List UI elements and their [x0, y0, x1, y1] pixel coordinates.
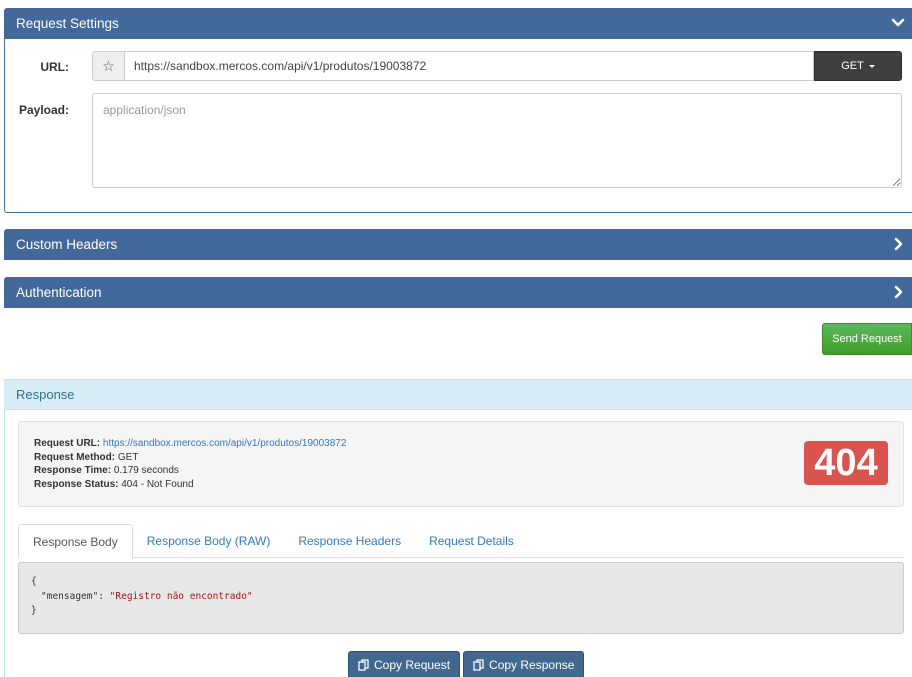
copy-buttons: Copy Request Copy Response — [348, 651, 585, 677]
response-status-row: Response Status: 404 - Not Found — [34, 478, 888, 492]
tab-response-body-raw[interactable]: Response Body (RAW) — [133, 524, 285, 558]
copy-request-button[interactable]: Copy Request — [348, 651, 461, 677]
method-dropdown-button[interactable]: GET — [814, 51, 902, 81]
json-colon: : — [98, 590, 110, 602]
response-summary: Request URL: https://sandbox.mercos.com/… — [18, 421, 904, 507]
payload-textarea[interactable] — [92, 93, 902, 188]
custom-headers-header[interactable]: Custom Headers — [4, 229, 912, 260]
json-key: "mensagem" — [41, 590, 99, 602]
payload-label: Payload: — [18, 103, 69, 117]
response-body-panel: Request URL: https://sandbox.mercos.com/… — [4, 410, 912, 677]
chevron-down-icon[interactable] — [890, 15, 906, 31]
json-close-brace: } — [31, 605, 37, 616]
request-settings-title: Request Settings — [16, 16, 119, 31]
json-open-brace: { — [31, 576, 37, 587]
response-title: Response — [16, 387, 75, 402]
copy-response-label: Copy Response — [489, 658, 575, 672]
url-input[interactable] — [124, 51, 814, 81]
request-method-row: Request Method: GET — [34, 451, 888, 465]
response-time-label: Response Time: — [34, 465, 112, 477]
request-method-label: Request Method: — [34, 451, 116, 463]
request-url-link[interactable]: https://sandbox.mercos.com/api/v1/produt… — [103, 438, 346, 449]
request-url-label: Request URL: — [34, 438, 101, 449]
chevron-right-icon[interactable] — [890, 284, 906, 300]
response-tabs: Response Body Response Body (RAW) Respon… — [18, 524, 904, 559]
json-value: "Registro não encontrado" — [109, 590, 253, 602]
authentication-header[interactable]: Authentication — [4, 277, 912, 308]
chevron-right-icon[interactable] — [890, 236, 906, 252]
tab-request-details[interactable]: Request Details — [415, 524, 528, 558]
response-status-value: 404 - Not Found — [121, 478, 194, 490]
request-method-value: GET — [117, 451, 139, 463]
response-time-value: 0.179 seconds — [113, 465, 179, 477]
copy-request-label: Copy Request — [374, 658, 451, 672]
copy-response-button[interactable]: Copy Response — [463, 651, 585, 677]
response-status-label: Response Status: — [34, 478, 119, 490]
request-url-row: Request URL: https://sandbox.mercos.com/… — [34, 437, 888, 451]
url-input-group: ☆ GET — [92, 51, 902, 81]
send-request-button[interactable]: Send Request — [822, 323, 912, 355]
request-settings-body: URL: ☆ GET Payload: — [4, 39, 912, 213]
caret-down-icon — [868, 65, 875, 68]
star-icon[interactable]: ☆ — [92, 51, 124, 81]
response-body-code: { "mensagem": "Registro não encontrado" … — [18, 562, 904, 634]
json-line: "mensagem": "Registro não encontrado" — [31, 590, 891, 605]
copy-icon — [473, 659, 484, 671]
copy-icon — [358, 659, 369, 671]
status-code-badge: 404 — [804, 441, 888, 485]
response-time-row: Response Time: 0.179 seconds — [34, 464, 888, 478]
tab-response-headers[interactable]: Response Headers — [284, 524, 415, 558]
authentication-title: Authentication — [16, 285, 102, 300]
method-label: GET — [841, 60, 864, 72]
request-settings-header[interactable]: Request Settings — [4, 8, 912, 39]
url-label: URL: — [40, 60, 69, 74]
tab-response-body[interactable]: Response Body — [18, 524, 133, 559]
custom-headers-title: Custom Headers — [16, 237, 118, 252]
response-header: Response — [4, 379, 912, 410]
